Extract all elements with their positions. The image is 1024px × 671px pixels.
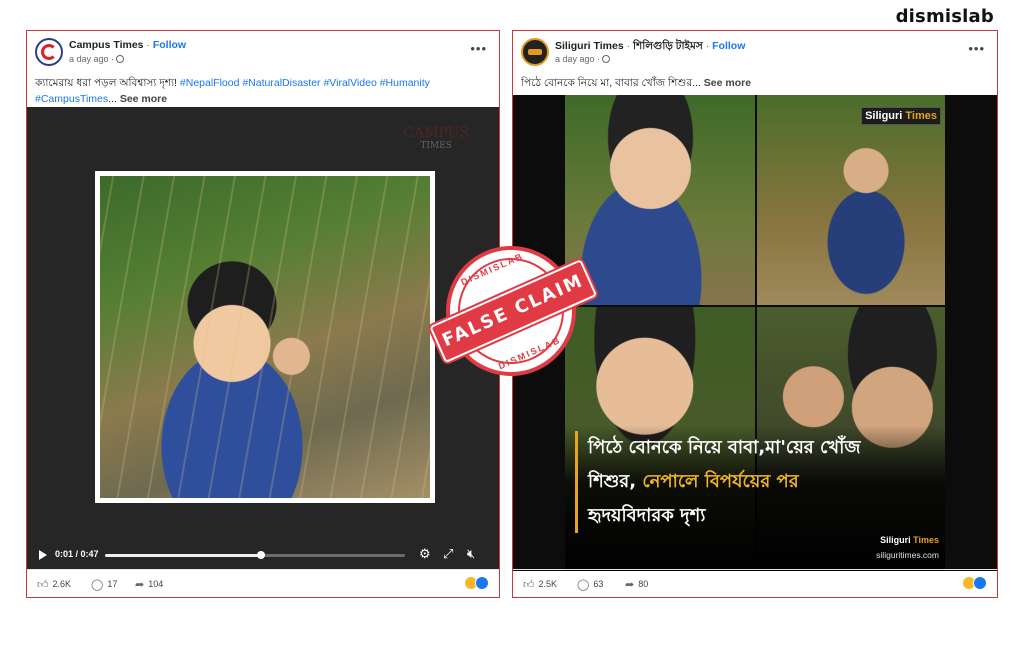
logo-text-a: Siliguri: [865, 110, 903, 122]
siliguri-times-logo: Siliguri Times: [861, 107, 941, 125]
share-count: 80: [638, 579, 649, 589]
like-count: 2.6K: [52, 579, 72, 589]
comment-button[interactable]: ◯ 63: [577, 578, 603, 591]
mute-icon[interactable]: 🔇︎: [467, 547, 475, 561]
separator-2: ·: [702, 40, 713, 52]
follow-button[interactable]: Follow: [153, 39, 186, 51]
gear-icon[interactable]: ⚙: [419, 547, 431, 561]
post-header: Siliguri Times · শিলিগুড়ি টাইমস · Follo…: [513, 31, 997, 73]
video-controls: 0:01 / 0:47 ⚙ ⤢ 🔇︎: [27, 540, 499, 570]
comment-icon: ◯: [577, 579, 590, 591]
like-count: 2.5K: [538, 579, 558, 589]
like-reaction-icon: [475, 576, 489, 590]
hashtags[interactable]: #NepalFlood #NaturalDisaster #ViralVideo…: [180, 77, 430, 89]
share-icon: ➦: [625, 579, 635, 591]
see-more-link[interactable]: See more: [704, 77, 751, 89]
comment-count: 17: [107, 579, 118, 589]
campus-times-watermark: CAMPUS TIMES: [403, 125, 469, 153]
caption-ellipsis: ...: [108, 93, 117, 105]
collage-photo-2: [757, 95, 945, 305]
more-options-icon[interactable]: •••: [470, 41, 487, 56]
see-more-link[interactable]: See more: [120, 93, 167, 105]
collage-photo-1: [565, 95, 755, 305]
reaction-icons[interactable]: [962, 576, 987, 592]
page-name-bengali[interactable]: শিলিগুড়ি টাইমস: [633, 40, 703, 52]
post-actions: 👍︎ 2.6K ◯ 17 ➦ 104: [27, 569, 499, 597]
overlay-line-3: হৃদয়বিদারক দৃশ্য: [588, 505, 706, 526]
page-name[interactable]: Campus Times: [69, 39, 144, 51]
hashtag-campustimes[interactable]: #CampusTimes: [35, 93, 108, 105]
child-carrying-sibling-photo: [100, 176, 430, 498]
share-icon: ➦: [135, 579, 145, 591]
video-progress-fill: [105, 554, 261, 557]
share-button[interactable]: ➦ 80: [625, 578, 648, 591]
reaction-icons[interactable]: [464, 576, 489, 592]
post-header: Campus Times · Follow a day ago · •••: [27, 31, 499, 73]
comment-icon: ◯: [91, 579, 104, 591]
post-caption: পিঠে বোনকে নিয়ে মা, বাবার খোঁজ শিশুর...…: [513, 73, 997, 97]
website-url: siliguritimes.com: [876, 550, 939, 560]
watermark-line1: CAMPUS: [403, 125, 469, 141]
video-progress-knob[interactable]: [257, 551, 265, 559]
footer-logo-b: Times: [913, 535, 939, 545]
fullscreen-icon[interactable]: ⤢: [443, 547, 453, 561]
thumbs-up-icon: 👍︎: [523, 579, 535, 591]
like-button[interactable]: 👍︎ 2.5K: [523, 578, 557, 591]
post-campus-times: Campus Times · Follow a day ago · ••• ক্…: [26, 30, 500, 598]
watermark-line2: TIMES: [420, 141, 452, 151]
overlay-line-1: পিঠে বোনকে নিয়ে বাবা,মা'য়ের খোঁজ: [588, 437, 861, 458]
share-button[interactable]: ➦ 104: [135, 578, 163, 591]
like-button[interactable]: 👍︎ 2.6K: [37, 578, 71, 591]
separator: ·: [143, 39, 153, 51]
thumbs-up-icon: 👍︎: [37, 579, 49, 591]
footer-logo-a: Siliguri: [880, 535, 911, 545]
comment-count: 63: [593, 579, 604, 589]
video-player[interactable]: CAMPUS TIMES 0:01 / 0:47 ⚙ ⤢ 🔇︎: [27, 107, 499, 570]
overlay-line-2-white: শিশুর,: [588, 471, 637, 492]
globe-icon: [602, 55, 611, 63]
more-options-icon[interactable]: •••: [968, 41, 985, 56]
play-icon[interactable]: [39, 550, 47, 560]
post-time[interactable]: a day ago ·: [555, 54, 600, 64]
headline-overlay: পিঠে বোনকে নিয়ে বাবা,মা'য়ের খোঁজ শিশুর…: [575, 431, 860, 533]
dismislab-logo: dismislab: [895, 6, 994, 27]
video-frame: [95, 171, 435, 503]
caption-text: ক্যামেরায় ধরা পড়ল অবিশ্বাস্য দৃশ্য!: [35, 77, 177, 89]
caption-ellipsis: ...: [692, 77, 701, 89]
siliguri-times-footer-logo: Siliguri Times: [880, 535, 939, 545]
follow-button[interactable]: Follow: [712, 40, 745, 52]
video-time: 0:01 / 0:47: [55, 549, 99, 559]
post-actions: 👍︎ 2.5K ◯ 63 ➦ 80: [513, 569, 997, 597]
page-name[interactable]: Siliguri Times: [555, 40, 624, 52]
video-progress-bar[interactable]: [105, 551, 405, 559]
overlay-line-2: শিশুর, নেপালে বিপর্যয়ের পর: [588, 465, 860, 499]
avatar[interactable]: [521, 38, 549, 66]
separator: ·: [623, 40, 634, 52]
avatar[interactable]: [35, 38, 63, 66]
overlay-line-2-yellow: নেপালে বিপর্যয়ের পর: [642, 471, 799, 492]
globe-icon: [116, 55, 125, 63]
caption-text: পিঠে বোনকে নিয়ে মা, বাবার খোঁজ শিশুর: [521, 77, 693, 89]
post-caption: ক্যামেরায় ধরা পড়ল অবিশ্বাস্য দৃশ্য! #N…: [27, 73, 499, 107]
comment-button[interactable]: ◯ 17: [91, 578, 117, 591]
like-reaction-icon: [973, 576, 987, 590]
share-count: 104: [148, 579, 164, 589]
post-time[interactable]: a day ago ·: [69, 54, 114, 64]
logo-text-b: Times: [905, 110, 937, 122]
